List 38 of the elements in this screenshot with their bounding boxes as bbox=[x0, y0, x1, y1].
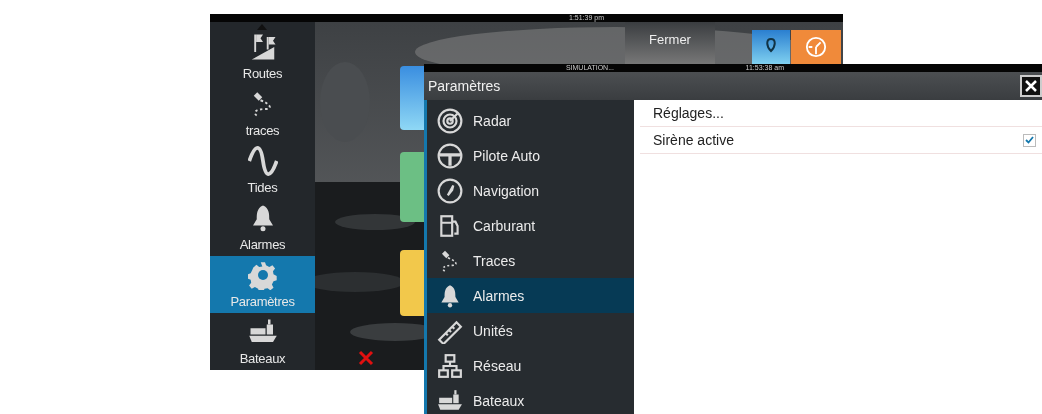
sidebar-item[interactable]: traces bbox=[210, 85, 315, 142]
close-panel[interactable]: Fermer bbox=[625, 22, 715, 66]
category-item[interactable]: Carburant bbox=[427, 208, 634, 243]
settings-option[interactable]: Réglages... bbox=[640, 100, 1042, 127]
compass-icon bbox=[437, 177, 463, 204]
sidebar-item[interactable]: Paramètres bbox=[210, 256, 315, 313]
network-icon bbox=[437, 352, 463, 379]
sidebar-item[interactable]: Alarmes bbox=[210, 199, 315, 256]
category-item[interactable]: Réseau bbox=[427, 348, 634, 383]
category-item[interactable]: Alarmes bbox=[427, 278, 634, 313]
gauge-icon bbox=[805, 36, 827, 58]
radar-icon bbox=[437, 107, 463, 134]
close-button[interactable] bbox=[1020, 75, 1042, 97]
checkbox-row[interactable]: Sirène active bbox=[640, 127, 1042, 154]
category-item[interactable]: Radar bbox=[427, 103, 634, 138]
sidebar-item[interactable]: Routes bbox=[210, 28, 315, 85]
app-tile[interactable] bbox=[400, 250, 424, 316]
checkbox[interactable] bbox=[1023, 133, 1036, 147]
window-title: Paramètres bbox=[428, 78, 501, 94]
category-item[interactable]: Bateaux bbox=[427, 383, 634, 414]
close-icon bbox=[1025, 80, 1037, 92]
category-item[interactable]: Traces bbox=[427, 243, 634, 278]
gauge-tile[interactable] bbox=[791, 30, 841, 64]
app-tile[interactable] bbox=[400, 152, 424, 222]
scroll-up-icon[interactable] bbox=[257, 24, 267, 30]
category-item[interactable]: Pilote Auto bbox=[427, 138, 634, 173]
gear-icon bbox=[247, 260, 278, 290]
category-item[interactable]: Unités bbox=[427, 313, 634, 348]
sidebar-item[interactable]: Tides bbox=[210, 142, 315, 199]
sidebar-item[interactable]: Bateaux bbox=[210, 313, 315, 370]
category-item[interactable]: Navigation bbox=[427, 173, 634, 208]
checkmark-icon bbox=[1025, 136, 1034, 144]
option-label: Sirène active bbox=[653, 132, 734, 148]
app-tile[interactable] bbox=[400, 66, 424, 130]
close-icon[interactable] bbox=[358, 350, 374, 366]
steering-wheel-icon bbox=[437, 142, 463, 169]
sine-wave-icon bbox=[247, 146, 278, 176]
chart-tile[interactable] bbox=[752, 30, 790, 64]
